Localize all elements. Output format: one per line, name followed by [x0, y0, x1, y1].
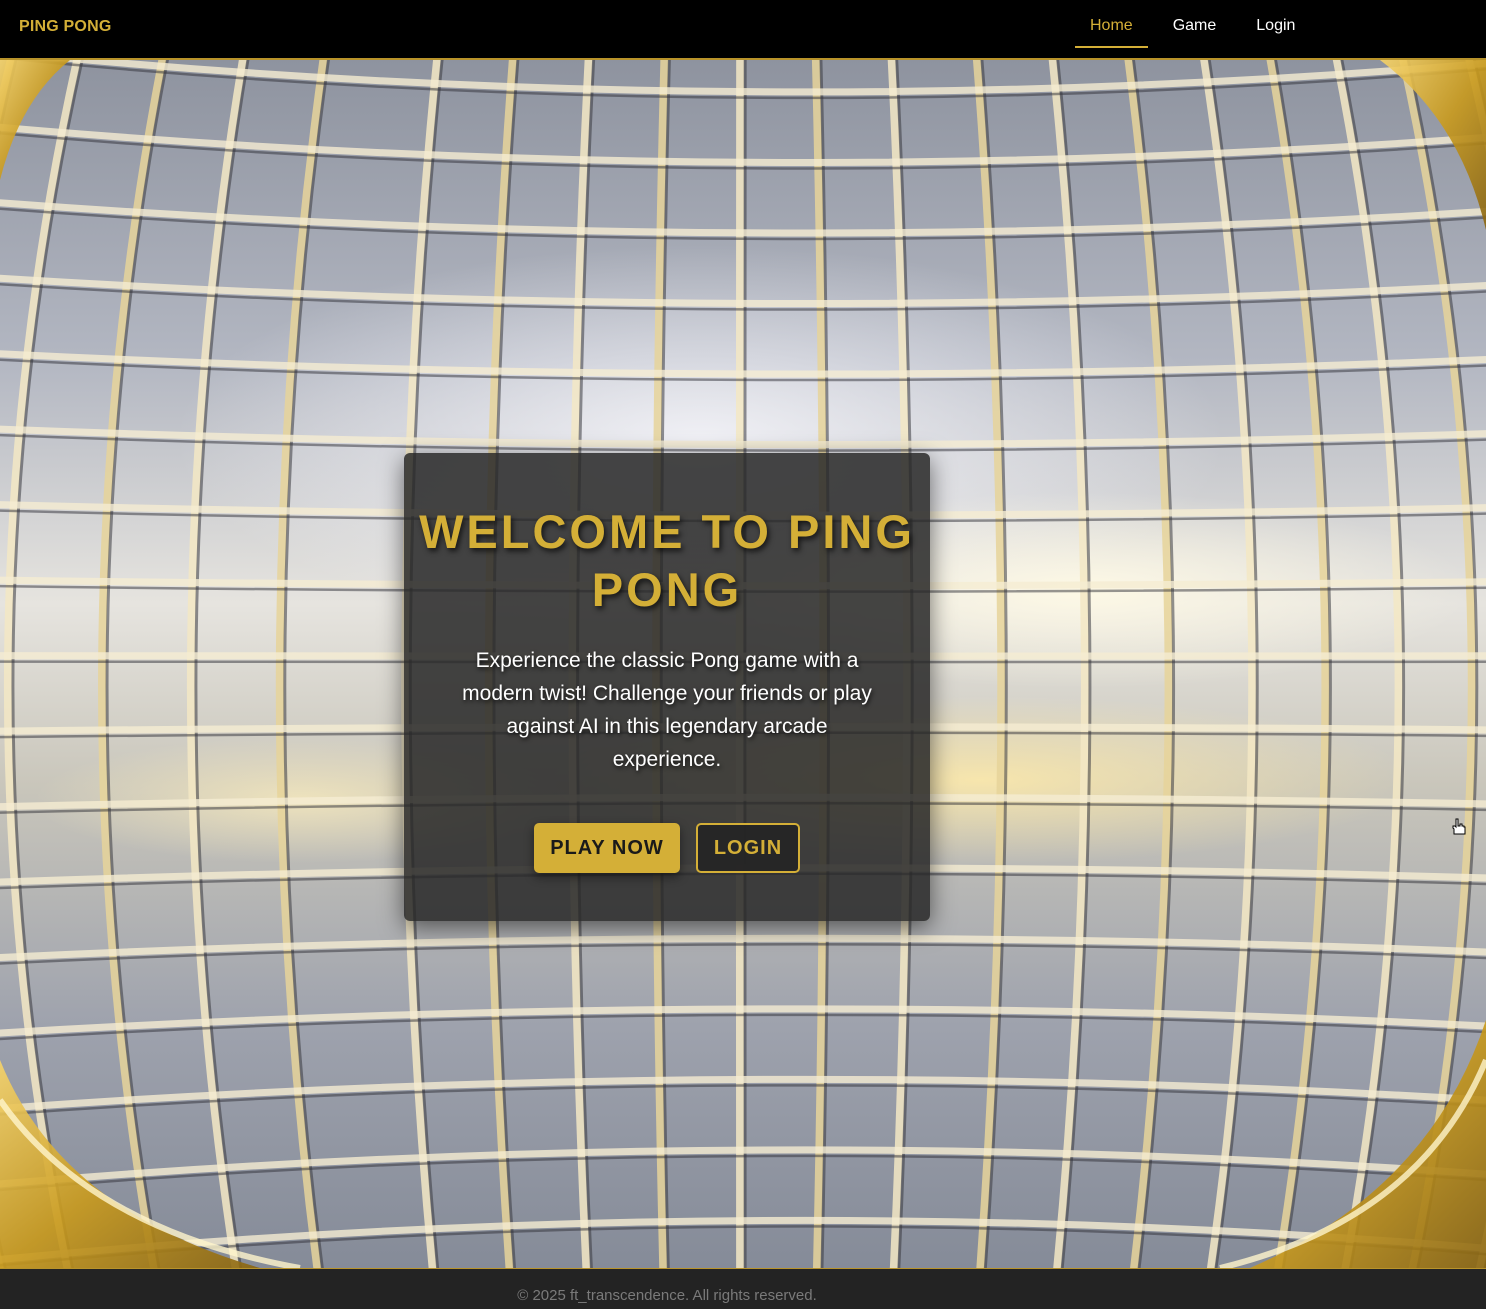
- copyright-text: © 2025 ft_transcendence. All rights rese…: [517, 1287, 817, 1304]
- login-button[interactable]: LOGIN: [696, 823, 800, 873]
- card-actions: PLAY NOW LOGIN: [404, 823, 930, 873]
- hand-pointer-icon: [1452, 818, 1466, 835]
- welcome-card: WELCOME TO PING PONG Experience the clas…: [404, 453, 930, 921]
- nav-link-login[interactable]: Login: [1241, 0, 1310, 48]
- nav-links: Home Game Login: [1075, 0, 1320, 58]
- page-footer: © 2025 ft_transcendence. All rights rese…: [0, 1268, 1486, 1309]
- welcome-description: Experience the classic Pong game with a …: [462, 649, 872, 771]
- brand-logo[interactable]: PING PONG: [19, 18, 111, 36]
- top-navbar: PING PONG Home Game Login: [0, 0, 1486, 60]
- play-now-button[interactable]: PLAY NOW: [534, 823, 680, 873]
- nav-link-home[interactable]: Home: [1075, 0, 1148, 48]
- welcome-title: WELCOME TO PING PONG: [419, 505, 915, 616]
- nav-link-game[interactable]: Game: [1158, 0, 1232, 48]
